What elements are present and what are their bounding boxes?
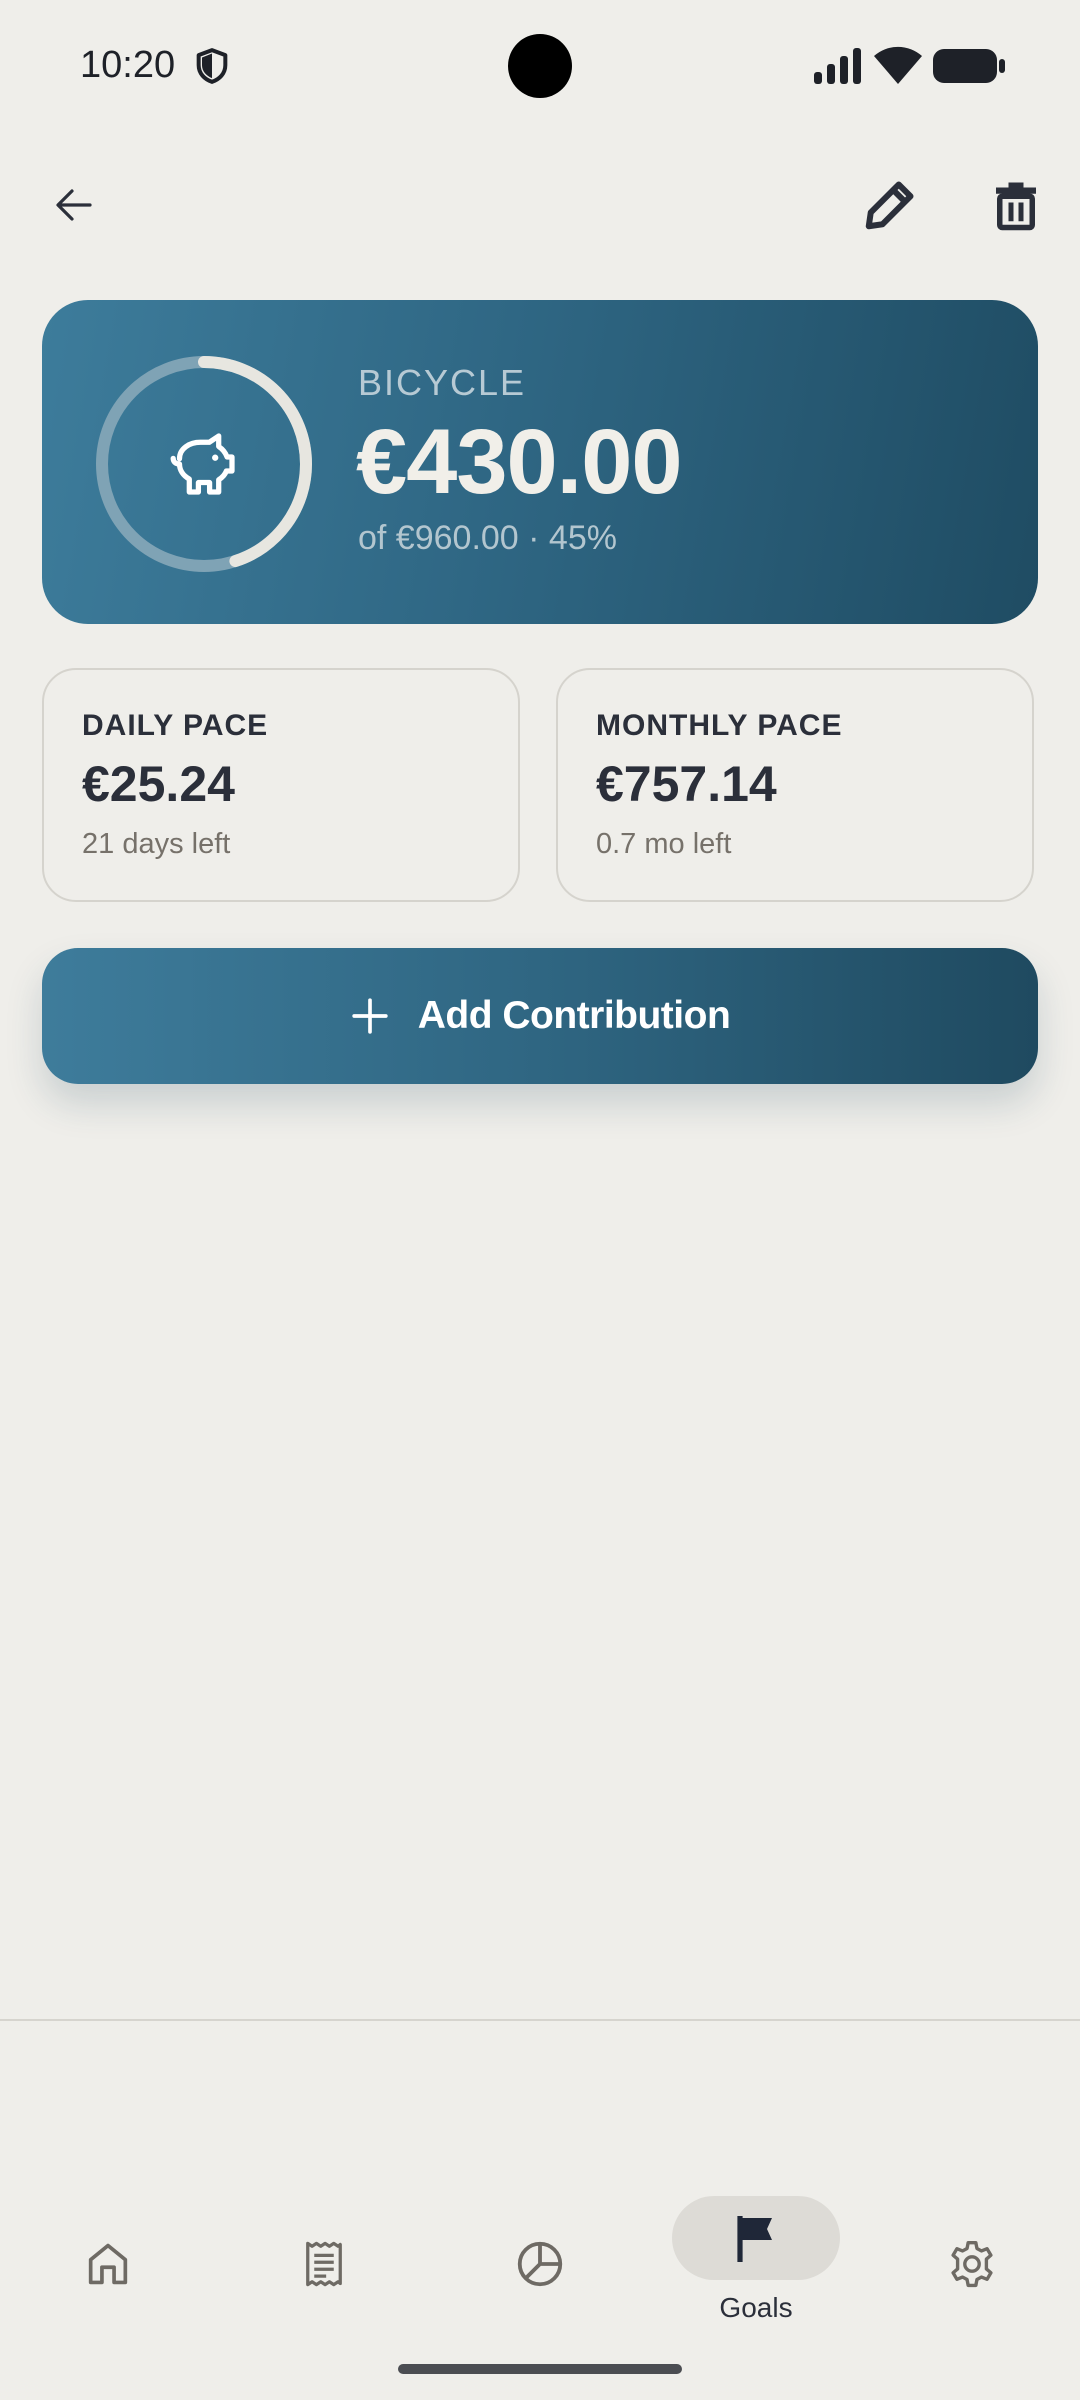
- nav-settings[interactable]: [932, 2224, 1012, 2304]
- nav-home[interactable]: [68, 2224, 148, 2304]
- goal-summary-card: BICYCLE €430.00 of €960.00 · 45%: [42, 300, 1038, 624]
- back-arrow-icon: [56, 189, 92, 221]
- back-button[interactable]: [34, 165, 114, 245]
- front-camera: [508, 34, 572, 98]
- piggy-bank-icon: [170, 433, 235, 495]
- add-contribution-label: Add Contribution: [417, 994, 731, 1037]
- add-contribution-button[interactable]: Add Contribution: [42, 948, 1038, 1084]
- pie-chart-icon: [517, 2241, 563, 2287]
- daily-pace-title: DAILY PACE: [82, 709, 269, 742]
- goal-name: BICYCLE: [358, 362, 527, 403]
- signal-icon: [812, 46, 864, 86]
- monthly-pace-title: MONTHLY PACE: [596, 709, 843, 742]
- trash-icon: [996, 182, 1036, 231]
- plus-icon: [352, 998, 388, 1034]
- home-indicator[interactable]: [398, 2364, 682, 2374]
- nav-goals-label: Goals: [719, 2292, 793, 2323]
- battery-icon: [932, 48, 1006, 84]
- days-left: 21 days left: [82, 828, 231, 860]
- flag-icon: [737, 2216, 772, 2262]
- daily-pace-value: €25.24: [82, 756, 235, 812]
- delete-goal-button[interactable]: [976, 165, 1056, 245]
- status-time: 10:20: [80, 44, 176, 86]
- wifi-icon: [872, 44, 924, 84]
- gear-icon: [951, 2240, 993, 2288]
- monthly-pace-card: MONTHLY PACE €757.14 0.7 mo left: [556, 668, 1034, 902]
- home-icon: [88, 2243, 128, 2285]
- goal-target-progress: of €960.00 · 45%: [358, 519, 617, 557]
- pencil-icon: [865, 181, 914, 230]
- goal-saved-amount: €430.00: [356, 411, 683, 513]
- nav-goals[interactable]: [672, 2196, 840, 2280]
- bottom-nav-divider: [0, 2019, 1080, 2021]
- edit-goal-button[interactable]: [850, 165, 930, 245]
- months-left: 0.7 mo left: [596, 828, 732, 860]
- nav-statistics[interactable]: [500, 2224, 580, 2304]
- daily-pace-card: DAILY PACE €25.24 21 days left: [42, 668, 520, 902]
- receipt-icon: [306, 2241, 342, 2287]
- nav-transactions[interactable]: [284, 2224, 364, 2304]
- monthly-pace-value: €757.14: [596, 756, 777, 812]
- shield-icon: [192, 46, 232, 86]
